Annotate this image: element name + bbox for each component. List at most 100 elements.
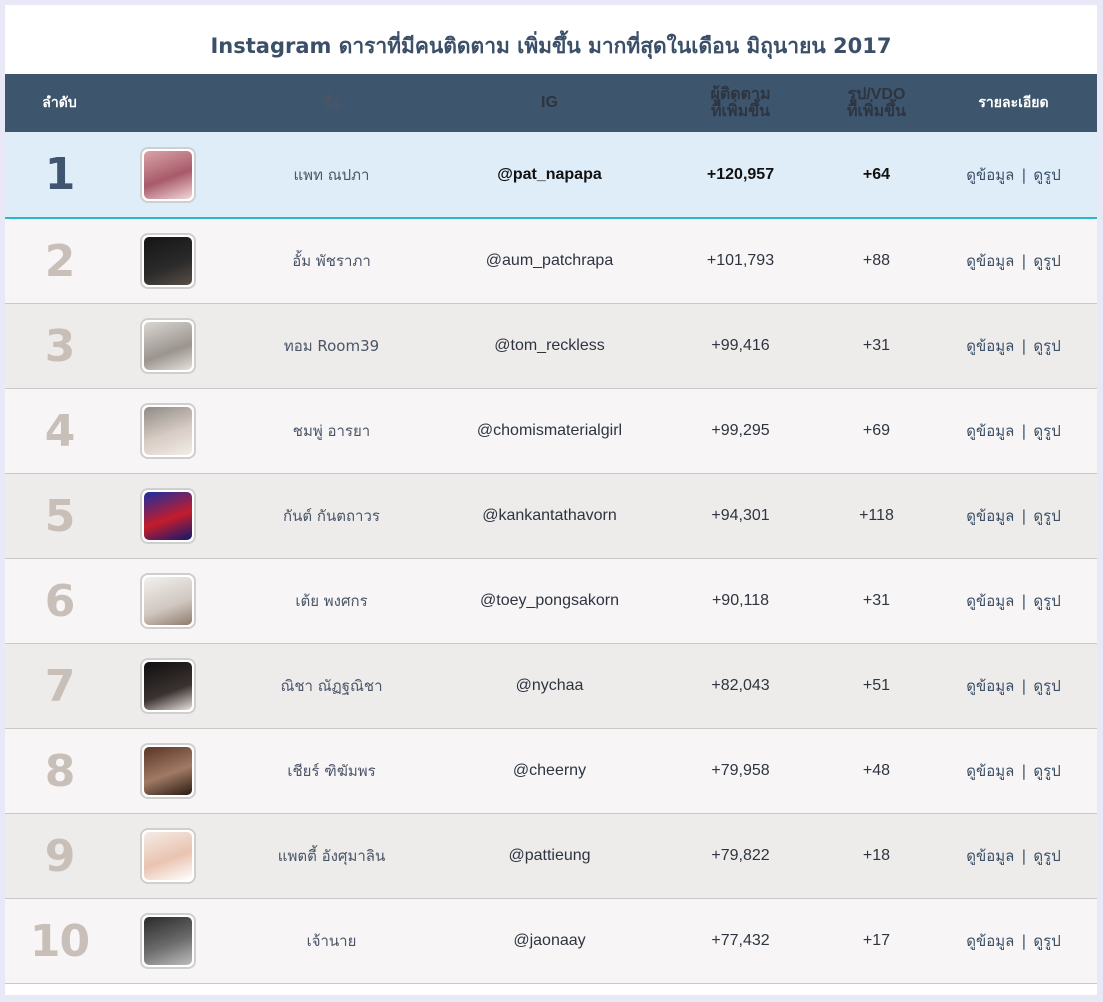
view-info-link[interactable]: ดูข้อมูล (966, 504, 1014, 528)
posts-gain: +31 (862, 592, 891, 609)
table-row: 5 กันต์ กันตถาวร @kankantathavorn +94,30… (5, 474, 1097, 559)
link-separator: | (1021, 592, 1027, 610)
details-cell: ดูข้อมูล | ดูรูป (930, 729, 1097, 813)
view-photos-link[interactable]: ดูรูป (1033, 844, 1060, 868)
posts-gain: +64 (862, 165, 891, 183)
rank-cell: 1 (5, 132, 114, 217)
rank-cell: 7 (5, 644, 114, 728)
view-photos-link[interactable]: ดูรูป (1033, 419, 1060, 443)
table-row: 3 ทอม Room39 @tom_reckless +99,416 +31 ด… (5, 304, 1097, 389)
profile-photo-thumbnail[interactable] (140, 913, 196, 969)
profile-photo-thumbnail[interactable] (140, 488, 196, 544)
photo-cell (114, 132, 222, 217)
profile-photo-thumbnail[interactable] (140, 743, 196, 799)
header-followers-gain: ผู้ติดตาม ที่เพิ่มขึ้น (658, 74, 823, 132)
table-row: 1 แพท ณปภา @pat_napapa +120,957 +64 ดูข้… (5, 132, 1097, 219)
rank-number: 1 (44, 149, 76, 200)
photo-cell (114, 729, 222, 813)
link-separator: | (1021, 252, 1027, 270)
instagram-handle: @chomismaterialgirl (476, 422, 623, 439)
followers-gain: +99,416 (711, 337, 770, 354)
rank-cell: 9 (5, 814, 114, 898)
ranking-card: Instagram ดาราที่มีคนติดตาม เพิ่มขึ้น มา… (5, 5, 1097, 995)
view-photos-link[interactable]: ดูรูป (1033, 163, 1060, 187)
instagram-handle: @pat_napapa (497, 165, 602, 183)
link-separator: | (1021, 762, 1027, 780)
rank-number: 8 (44, 745, 76, 797)
profile-photo-thumbnail[interactable] (140, 658, 196, 714)
page-title: Instagram ดาราที่มีคนติดตาม เพิ่มขึ้น มา… (210, 34, 892, 58)
header-ig: IG (541, 94, 558, 111)
posts-gain: +69 (862, 422, 891, 439)
instagram-handle: @jaonaay (513, 932, 586, 949)
link-separator: | (1021, 847, 1027, 865)
rank-cell: 6 (5, 559, 114, 643)
link-separator: | (1021, 932, 1027, 950)
photo-cell (114, 304, 222, 388)
view-info-link[interactable]: ดูข้อมูล (966, 163, 1014, 187)
followers-gain: +120,957 (706, 165, 775, 183)
rank-number: 5 (44, 490, 76, 542)
posts-gain: +18 (862, 847, 891, 864)
instagram-handle: @toey_pongsakorn (480, 592, 619, 609)
details-cell: ดูข้อมูล | ดูรูป (930, 644, 1097, 728)
profile-photo-thumbnail[interactable] (140, 146, 196, 203)
photo-cell (114, 219, 222, 303)
header-details: รายละเอียด (978, 95, 1049, 111)
view-photos-link[interactable]: ดูรูป (1033, 929, 1060, 953)
details-cell: ดูข้อมูล | ดูรูป (930, 814, 1097, 898)
view-photos-link[interactable]: ดูรูป (1033, 589, 1060, 613)
followers-gain: +82,043 (711, 677, 770, 694)
profile-photo-thumbnail[interactable] (140, 828, 196, 884)
view-photos-link[interactable]: ดูรูป (1033, 334, 1060, 358)
table-row: 6 เต้ย พงศกร @toey_pongsakorn +90,118 +3… (5, 559, 1097, 644)
profile-photo (144, 747, 192, 795)
rank-number: 7 (44, 660, 76, 712)
celebrity-name: กันต์ กันตถาวร (283, 507, 380, 525)
rank-number: 9 (44, 830, 76, 882)
view-info-link[interactable]: ดูข้อมูล (966, 249, 1014, 273)
link-separator: | (1021, 337, 1027, 355)
link-separator: | (1021, 422, 1027, 440)
view-info-link[interactable]: ดูข้อมูล (966, 419, 1014, 443)
rank-number: 2 (44, 235, 76, 287)
followers-gain: +90,118 (711, 592, 770, 609)
view-info-link[interactable]: ดูข้อมูล (966, 334, 1014, 358)
link-separator: | (1021, 677, 1027, 695)
table-row: 4 ชมพู่ อารยา @chomismaterialgirl +99,29… (5, 389, 1097, 474)
table-row: 9 แพตตี้ อังศุมาลิน @pattieung +79,822 +… (5, 814, 1097, 899)
profile-photo-thumbnail[interactable] (140, 318, 196, 374)
photo-cell (114, 814, 222, 898)
profile-photo (144, 322, 192, 370)
posts-gain: +118 (859, 507, 894, 524)
view-info-link[interactable]: ดูข้อมูล (966, 844, 1014, 868)
table-row: 2 อั้ม พัชราภา @aum_patchrapa +101,793 +… (5, 219, 1097, 304)
header-followers-line2: ที่เพิ่มขึ้น (711, 103, 770, 120)
profile-photo-thumbnail[interactable] (140, 573, 196, 629)
profile-photo (144, 832, 192, 880)
view-info-link[interactable]: ดูข้อมูล (966, 589, 1014, 613)
view-info-link[interactable]: ดูข้อมูล (966, 674, 1014, 698)
rank-cell: 3 (5, 304, 114, 388)
view-photos-link[interactable]: ดูรูป (1033, 249, 1060, 273)
profile-photo-thumbnail[interactable] (140, 233, 196, 289)
photo-cell (114, 474, 222, 558)
followers-gain: +77,432 (711, 932, 770, 949)
posts-gain: +88 (862, 252, 891, 269)
profile-photo (144, 407, 192, 455)
posts-gain: +31 (862, 337, 891, 354)
photo-cell (114, 389, 222, 473)
followers-gain: +79,822 (711, 847, 770, 864)
view-photos-link[interactable]: ดูรูป (1033, 674, 1060, 698)
profile-photo (144, 662, 192, 710)
profile-photo (144, 492, 192, 540)
rank-number: 3 (44, 320, 76, 372)
view-info-link[interactable]: ดูข้อมูล (966, 759, 1014, 783)
details-cell: ดูข้อมูล | ดูรูป (930, 304, 1097, 388)
rank-cell: 2 (5, 219, 114, 303)
view-info-link[interactable]: ดูข้อมูล (966, 929, 1014, 953)
profile-photo-thumbnail[interactable] (140, 403, 196, 459)
view-photos-link[interactable]: ดูรูป (1033, 504, 1060, 528)
header-name: ชื่อ (321, 94, 342, 112)
view-photos-link[interactable]: ดูรูป (1033, 759, 1060, 783)
